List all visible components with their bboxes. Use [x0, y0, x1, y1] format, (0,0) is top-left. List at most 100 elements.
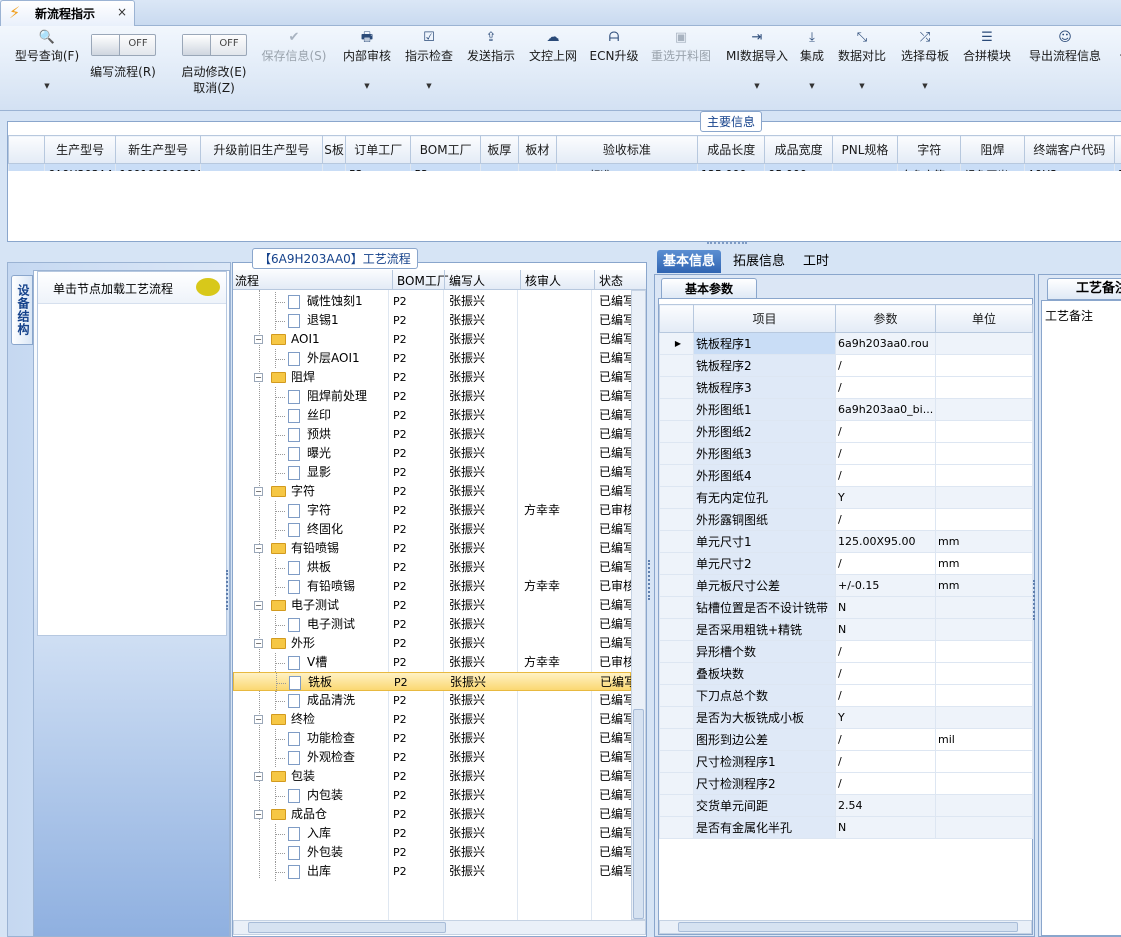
toolbar-button-5[interactable]: 🖶 内部审核 ▼ — [338, 26, 396, 96]
tree-column-header[interactable]: 核审人 — [525, 272, 561, 289]
params-row[interactable]: 单元板尺寸公差 +/-0.15 mm — [659, 574, 1033, 597]
toolbar-button-17[interactable]: 修 — [1111, 26, 1121, 96]
toolbar-button-12[interactable]: ⤓ 集成 ▼ — [795, 26, 829, 96]
tree-node[interactable]: 外包装 P2 张振兴 已编写 — [233, 843, 631, 862]
dropdown-arrow-icon[interactable]: ▼ — [897, 82, 953, 90]
collapse-icon[interactable]: − — [254, 810, 263, 819]
table-cell[interactable] — [199, 163, 323, 171]
tree-node[interactable]: − 外形 P2 张振兴 已编写 — [233, 634, 631, 653]
params-row[interactable]: 是否有金属化半孔 N — [659, 816, 1033, 839]
toolbar-button-16[interactable]: ☺ 导出流程信息 — [1022, 26, 1108, 96]
dropdown-arrow-icon[interactable]: ▼ — [720, 82, 794, 90]
params-row[interactable]: 单元尺寸2/mm — [659, 552, 1033, 575]
table-cell[interactable] — [479, 163, 519, 171]
column-header[interactable]: 订单工厂 — [345, 135, 412, 164]
tree-node[interactable]: 内包装 P2 张振兴 已编写 — [233, 786, 631, 805]
toolbar-button-4[interactable]: ✔ 保存信息(S) — [256, 26, 332, 96]
param-value[interactable]: 125.00X95.00 — [835, 530, 936, 553]
param-value[interactable]: 2.54 — [835, 794, 936, 817]
tree-node[interactable]: 功能检查 P2 张振兴 已编写 — [233, 729, 631, 748]
right-splitter[interactable] — [1033, 580, 1037, 620]
param-value[interactable]: / — [835, 464, 936, 487]
tree-hscroll-thumb[interactable] — [248, 922, 446, 933]
dropdown-arrow-icon[interactable]: ▼ — [795, 82, 829, 90]
collapse-icon[interactable]: − — [254, 487, 263, 496]
param-value[interactable]: 6a9h203aa0_bi... — [835, 398, 936, 421]
table-cell[interactable]: A9H2 — [1023, 163, 1116, 171]
toggle-switch[interactable]: OFF — [181, 34, 247, 56]
column-header[interactable]: 板材 — [517, 135, 557, 164]
collapse-icon[interactable]: − — [254, 544, 263, 553]
toolbar-button-7[interactable]: ⇪ 发送指示 — [463, 26, 519, 96]
tree-node[interactable]: 入库 P2 张振兴 已编写 — [233, 824, 631, 843]
params-column-header[interactable]: 参数 — [835, 304, 936, 333]
table-cell[interactable]: 10010600083040 — [115, 163, 201, 171]
collapse-icon[interactable]: − — [254, 373, 263, 382]
tree-column-header[interactable]: 编写人 — [449, 272, 485, 289]
param-value[interactable]: +/-0.15 — [835, 574, 936, 597]
param-value[interactable]: / — [835, 552, 936, 575]
param-value[interactable]: / — [835, 354, 936, 377]
tree-column-header[interactable]: BOM工厂 — [397, 272, 449, 289]
column-header[interactable]: 生产型号 — [43, 135, 117, 164]
params-row[interactable]: 是否为大板铣成小板 Y — [659, 706, 1033, 729]
column-header[interactable]: 新生产型号 — [115, 135, 201, 164]
collapse-icon[interactable]: − — [254, 639, 263, 648]
params-row[interactable]: 尺寸检测程序1/ — [659, 750, 1033, 773]
tab-2[interactable]: 拓展信息 — [727, 250, 791, 273]
tree-node[interactable]: 字符 P2 张振兴 方幸幸 已审核 — [233, 501, 631, 520]
toolbar-button-3[interactable]: OFF 启动修改(E) 取消(Z) — [172, 26, 256, 96]
params-row[interactable]: 单元尺寸1 125.00X95.00 mm — [659, 530, 1033, 553]
params-row[interactable]: 有无内定位孔 Y — [659, 486, 1033, 509]
param-value[interactable]: / — [835, 684, 936, 707]
tree-column-header[interactable]: 流程 — [235, 272, 259, 289]
toolbar-button-15[interactable]: ☰ 合拼模块 — [960, 26, 1014, 96]
equipment-structure-tab[interactable]: 设备结构 — [11, 275, 33, 345]
dropdown-arrow-icon[interactable]: ▼ — [8, 82, 86, 90]
params-column-header[interactable]: 项目 — [693, 304, 836, 333]
column-header[interactable]: BOM工厂 — [410, 135, 481, 164]
param-value[interactable]: N — [835, 596, 936, 619]
column-header[interactable]: 板厚 — [479, 135, 519, 164]
tree-node[interactable]: − 成品仓 P2 张振兴 已编写 — [233, 805, 631, 824]
tree-node[interactable]: 有铅喷锡 P2 张振兴 方幸幸 已审核 — [233, 577, 631, 596]
tree-node[interactable]: 电子测试 P2 张振兴 已编写 — [233, 615, 631, 634]
table-cell[interactable]: 6A9H203AA0 — [43, 163, 117, 171]
dropdown-arrow-icon[interactable]: ▼ — [834, 82, 890, 90]
params-row[interactable]: 尺寸检测程序2/ — [659, 772, 1033, 795]
params-row[interactable]: 外形图纸3/ — [659, 442, 1033, 465]
param-value[interactable]: / — [835, 662, 936, 685]
tab-process-remarks[interactable]: 工艺备注 — [1047, 278, 1121, 300]
table-cell[interactable]: P2 — [410, 163, 481, 171]
param-value[interactable]: / — [835, 508, 936, 531]
tree-node[interactable]: 成品清洗 P2 张振兴 已编写 — [233, 691, 631, 710]
params-column-header[interactable]: 单位 — [935, 304, 1033, 333]
params-hscroll-thumb[interactable] — [678, 922, 1018, 932]
toolbar-button-14[interactable]: ⤮ 选择母板 ▼ — [897, 26, 953, 96]
close-icon[interactable]: × — [117, 5, 127, 19]
tree-vertical-scrollbar[interactable] — [631, 290, 646, 920]
tree-horizontal-scrollbar[interactable] — [233, 920, 646, 935]
param-value[interactable]: / — [835, 376, 936, 399]
toolbar-button-9[interactable]: ᗩ ECN升级 — [589, 26, 639, 96]
param-value[interactable]: / — [835, 420, 936, 443]
params-row[interactable]: 外形露铜图纸 / — [659, 508, 1033, 531]
column-header[interactable]: 字符 — [897, 135, 962, 164]
tree-node[interactable]: − 有铅喷锡 P2 张振兴 已编写 — [233, 539, 631, 558]
params-row[interactable]: 是否采用粗铣+精铣 N — [659, 618, 1033, 641]
tree-node[interactable]: 退锡1 P2 张振兴 已编写 — [233, 311, 631, 330]
table-cell[interactable] — [321, 163, 347, 171]
table-cell[interactable]: 绿色亚光 — [960, 163, 1025, 171]
tab-basic-params[interactable]: 基本参数 — [661, 278, 757, 298]
table-cell[interactable] — [831, 163, 899, 171]
tree-node[interactable]: − 阻焊 P2 张振兴 已编写 — [233, 368, 631, 387]
params-row[interactable]: 外形图纸1 6a9h203aa0_bi... — [659, 398, 1033, 421]
toolbar-button-11[interactable]: ⇥ MI数据导入 ▼ — [720, 26, 794, 96]
params-row[interactable]: 外形图纸2/ — [659, 420, 1033, 443]
tree-column-header[interactable]: 状态 — [599, 272, 623, 289]
params-horizontal-scrollbar[interactable] — [659, 920, 1032, 934]
tree-node[interactable]: − 终检 P2 张振兴 已编写 — [233, 710, 631, 729]
tree-node[interactable]: − 字符 P2 张振兴 已编写 — [233, 482, 631, 501]
tree-node[interactable]: 显影 P2 张振兴 已编写 — [233, 463, 631, 482]
toolbar-button-8[interactable]: ☁ 文控上网 — [525, 26, 581, 96]
